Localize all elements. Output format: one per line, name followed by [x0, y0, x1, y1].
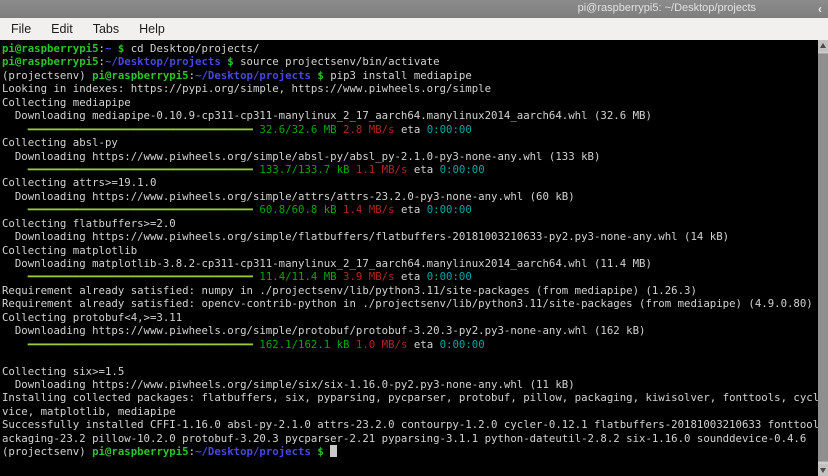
terminal-line: ━━━━━━━━━━━━━━━━━━━━━━━━━━━━━━━━━━━ 11.4…: [2, 270, 818, 283]
terminal-line: [2, 351, 818, 364]
terminal-line: Downloading matplotlib-3.8.2-cp311-cp311…: [2, 257, 818, 270]
terminal-line: ackaging-23.2 pillow-10.2.0 protobuf-3.2…: [2, 432, 818, 445]
terminal-line: Downloading https://www.piwheels.org/sim…: [2, 378, 818, 391]
terminal-line: Downloading mediapipe-0.10.9-cp311-cp311…: [2, 109, 818, 122]
window-titlebar: pi@raspberrypi5: ~/Desktop/projects ‹: [0, 0, 828, 18]
terminal-output[interactable]: pi@raspberrypi5:~ $ cd Desktop/projects/…: [0, 40, 818, 476]
terminal-line: Downloading https://www.piwheels.org/sim…: [2, 190, 818, 203]
window-title: pi@raspberrypi5: ~/Desktop/projects: [578, 2, 756, 14]
terminal-line: Collecting absl-py: [2, 136, 818, 149]
terminal-line: ━━━━━━━━━━━━━━━━━━━━━━━━━━━━━━━━━━━ 32.6…: [2, 123, 818, 136]
terminal-line: Collecting flatbuffers>=2.0: [2, 217, 818, 230]
terminal-line: Downloading https://www.piwheels.org/sim…: [2, 230, 818, 243]
menu-file[interactable]: File: [2, 20, 40, 38]
terminal-line: Collecting matplotlib: [2, 244, 818, 257]
terminal-line: Installing collected packages: flatbuffe…: [2, 391, 818, 404]
menu-edit[interactable]: Edit: [42, 20, 82, 38]
terminal-line: (projectsenv) pi@raspberrypi5:~/Desktop/…: [2, 69, 818, 82]
menu-bar: File Edit Tabs Help: [0, 18, 828, 41]
terminal-line: pi@raspberrypi5:~ $ cd Desktop/projects/: [2, 42, 818, 55]
scroll-down-arrow-icon[interactable]: [818, 464, 828, 476]
terminal-line: Downloading https://www.piwheels.org/sim…: [2, 150, 818, 163]
terminal-line: Requirement already satisfied: opencv-co…: [2, 297, 818, 310]
menu-tabs[interactable]: Tabs: [84, 20, 128, 38]
terminal-line: ━━━━━━━━━━━━━━━━━━━━━━━━━━━━━━━━━━━ 162.…: [2, 338, 818, 351]
terminal-line: Requirement already satisfied: numpy in …: [2, 284, 818, 297]
terminal-line: Downloading https://www.piwheels.org/sim…: [2, 324, 818, 337]
terminal-line: vice, matplotlib, mediapipe: [2, 405, 818, 418]
terminal-line: Collecting six>=1.5: [2, 365, 818, 378]
scrollbar[interactable]: [818, 40, 828, 476]
chevron-left-icon[interactable]: ‹: [818, 0, 822, 18]
scrollbar-thumb[interactable]: [818, 53, 828, 462]
menu-help[interactable]: Help: [130, 20, 174, 38]
terminal-cursor: [330, 445, 336, 457]
terminal-line: pi@raspberrypi5:~/Desktop/projects $ sou…: [2, 55, 818, 68]
terminal-line: Looking in indexes: https://pypi.org/sim…: [2, 82, 818, 95]
terminal-line: Collecting mediapipe: [2, 96, 818, 109]
terminal-window: pi@raspberrypi5: ~/Desktop/projects ‹ Fi…: [0, 0, 828, 476]
terminal-line: ━━━━━━━━━━━━━━━━━━━━━━━━━━━━━━━━━━━ 60.8…: [2, 203, 818, 216]
terminal-line: ━━━━━━━━━━━━━━━━━━━━━━━━━━━━━━━━━━━ 133.…: [2, 163, 818, 176]
terminal-line: (projectsenv) pi@raspberrypi5:~/Desktop/…: [2, 445, 818, 458]
terminal-line: Successfully installed CFFI-1.16.0 absl-…: [2, 418, 818, 431]
terminal-line: Collecting protobuf<4,>=3.11: [2, 311, 818, 324]
terminal-line: Collecting attrs>=19.1.0: [2, 176, 818, 189]
scroll-up-arrow-icon[interactable]: [818, 40, 828, 52]
